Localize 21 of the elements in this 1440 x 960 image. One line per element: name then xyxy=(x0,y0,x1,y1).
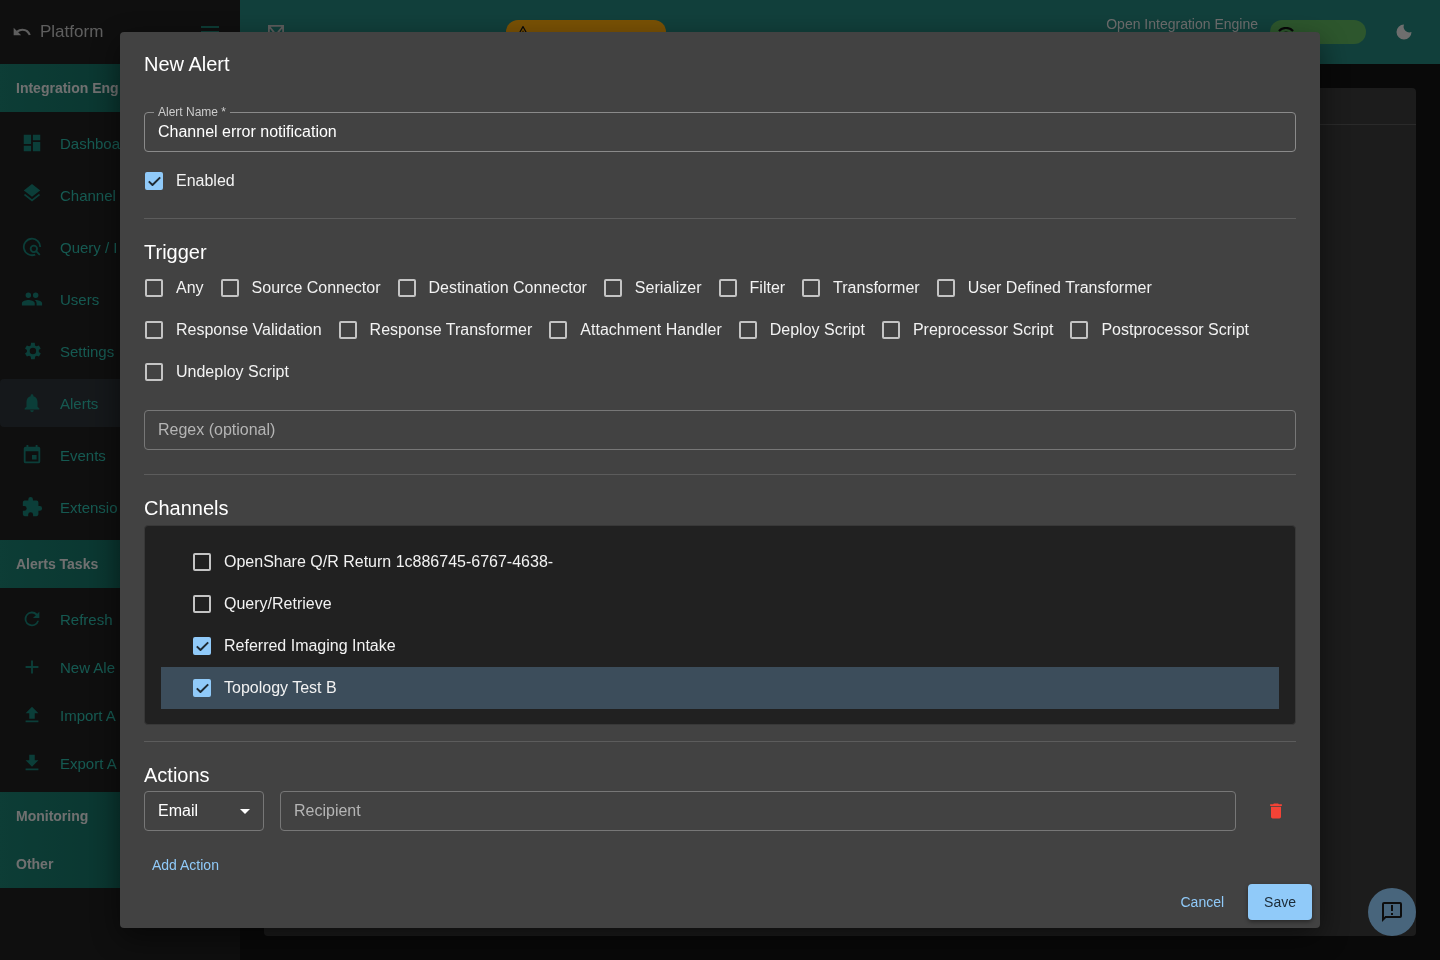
section-heading: Channels xyxy=(144,496,230,520)
option-label: Response Validation xyxy=(176,321,322,339)
option-label: Filter xyxy=(749,279,786,297)
section-heading: Actions xyxy=(144,763,211,787)
option-label: Serializer xyxy=(634,279,702,297)
sidebar-title: Platform xyxy=(40,22,105,42)
option-label: Destination Connector xyxy=(428,279,587,297)
option-label: Attachment Handler xyxy=(580,321,722,339)
option-label: Source Connector xyxy=(251,279,381,297)
option-label: Response Transformer xyxy=(369,321,533,339)
option-label: Postprocessor Script xyxy=(1101,321,1249,339)
dialog-title: New Alert xyxy=(144,52,231,76)
option-label: User Defined Transformer xyxy=(967,279,1152,297)
option-label: Any xyxy=(176,279,204,297)
option-label: Preprocessor Script xyxy=(912,321,1054,339)
option-label: Transformer xyxy=(833,279,920,297)
engine-name: Open Integration Engine xyxy=(1106,16,1258,32)
option-label: Undeploy Script xyxy=(176,363,289,381)
section-heading: Trigger xyxy=(144,240,208,264)
option-label: Deploy Script xyxy=(769,321,865,339)
option-label: Enabled xyxy=(176,172,235,190)
